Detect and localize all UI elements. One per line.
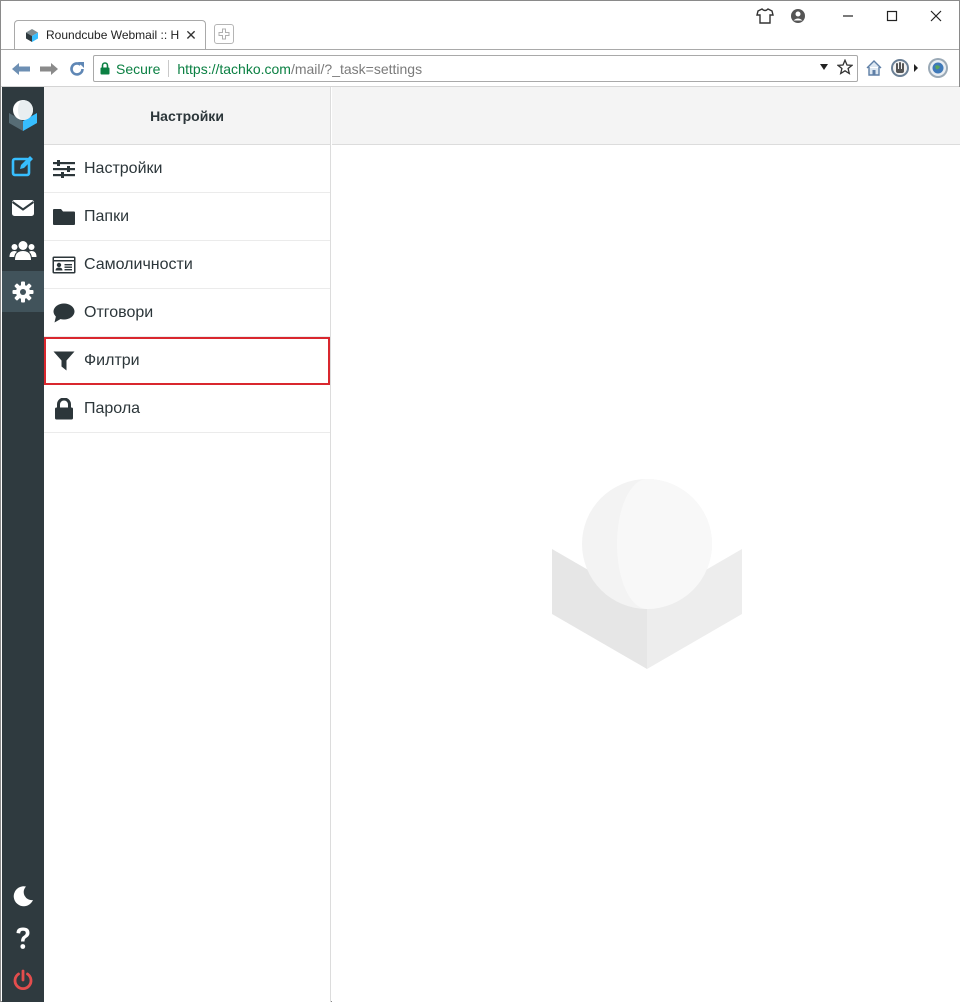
new-tab-button[interactable] [214,24,234,44]
sliders-icon [52,157,76,181]
content-header [332,87,960,145]
roundcube-favicon-icon [26,29,38,42]
forward-arrow-icon [40,63,58,75]
dark-mode-button[interactable] [2,875,44,916]
extension-globe-icon[interactable] [927,57,949,79]
settings-item-label: Отговори [84,303,154,321]
app-sidebar [2,87,44,1002]
title-bar: Roundcube Webmail :: H ✕ [1,1,959,49]
settings-item-folders[interactable]: Папки [44,193,330,241]
extension-shirt-icon[interactable] [754,5,776,27]
envelope-icon [11,199,35,216]
extension-hand-icon[interactable] [889,57,911,79]
secure-label: Secure [116,60,161,77]
browser-tab[interactable]: Roundcube Webmail :: H ✕ [14,20,206,49]
settings-panel: Настройки Настройки Папки Самоличности О… [44,87,331,1002]
compose-icon [11,155,33,176]
question-icon [16,927,30,949]
tab-title: Roundcube Webmail :: H [46,28,180,42]
close-window-button[interactable] [923,5,949,27]
roundcube-logo-icon[interactable] [7,96,39,132]
settings-item-password[interactable]: Парола [44,385,330,433]
settings-item-preferences[interactable]: Настройки [44,145,330,193]
id-card-icon [52,253,76,277]
bookmark-star-icon[interactable] [837,59,853,75]
address-bar[interactable]: Secure https://tachko.com /mail/?_task=s… [93,55,858,82]
compose-button[interactable] [2,145,44,186]
lock-icon [52,397,76,421]
url-origin: https://tachko.com [177,60,291,77]
plus-icon [218,28,230,40]
back-button[interactable] [10,58,32,80]
omnibox-separator [168,60,170,77]
settings-item-identities[interactable]: Самоличности [44,241,330,289]
back-arrow-icon [12,63,30,75]
minimize-button[interactable] [835,5,861,27]
content-frame [332,87,960,1002]
home-icon[interactable] [863,57,885,79]
maximize-button[interactable] [879,5,905,27]
filter-icon [52,349,76,373]
settings-item-label: Самоличности [84,255,193,273]
dropdown-caret-icon[interactable] [819,63,829,71]
settings-item-label: Папки [84,207,129,225]
power-icon [13,969,33,990]
users-icon [9,240,37,260]
profile-icon[interactable] [787,5,809,27]
panel-header: Настройки [44,87,330,145]
reload-icon [70,62,84,76]
mail-button[interactable] [2,187,44,228]
forward-button[interactable] [38,58,60,80]
contacts-button[interactable] [2,229,44,270]
extension-arrow-icon[interactable] [911,57,921,79]
lock-icon [100,62,110,75]
settings-item-responses[interactable]: Отговори [44,289,330,337]
comment-icon [52,301,76,325]
url-path: /mail/?_task=settings [290,60,423,77]
logout-button[interactable] [2,959,44,1000]
settings-item-label: Настройки [84,159,163,177]
roundcube-watermark-icon [552,479,742,669]
reload-button[interactable] [66,58,88,80]
settings-button[interactable] [2,271,44,312]
tab-close-icon[interactable]: ✕ [183,27,199,43]
browser-window: Roundcube Webmail :: H ✕ Secure https://… [0,0,960,1002]
panel-title: Настройки [150,107,224,124]
settings-item-label: Филтри [84,351,140,369]
help-button[interactable] [2,917,44,958]
folder-icon [52,205,76,229]
settings-item-label: Парола [84,399,141,417]
roundcube-app: Настройки Настройки Папки Самоличности О… [2,87,960,1002]
settings-item-filters[interactable]: Филтри [44,337,330,385]
gear-icon [12,281,34,302]
moon-icon [13,885,33,906]
browser-toolbar: Secure https://tachko.com /mail/?_task=s… [1,49,959,87]
